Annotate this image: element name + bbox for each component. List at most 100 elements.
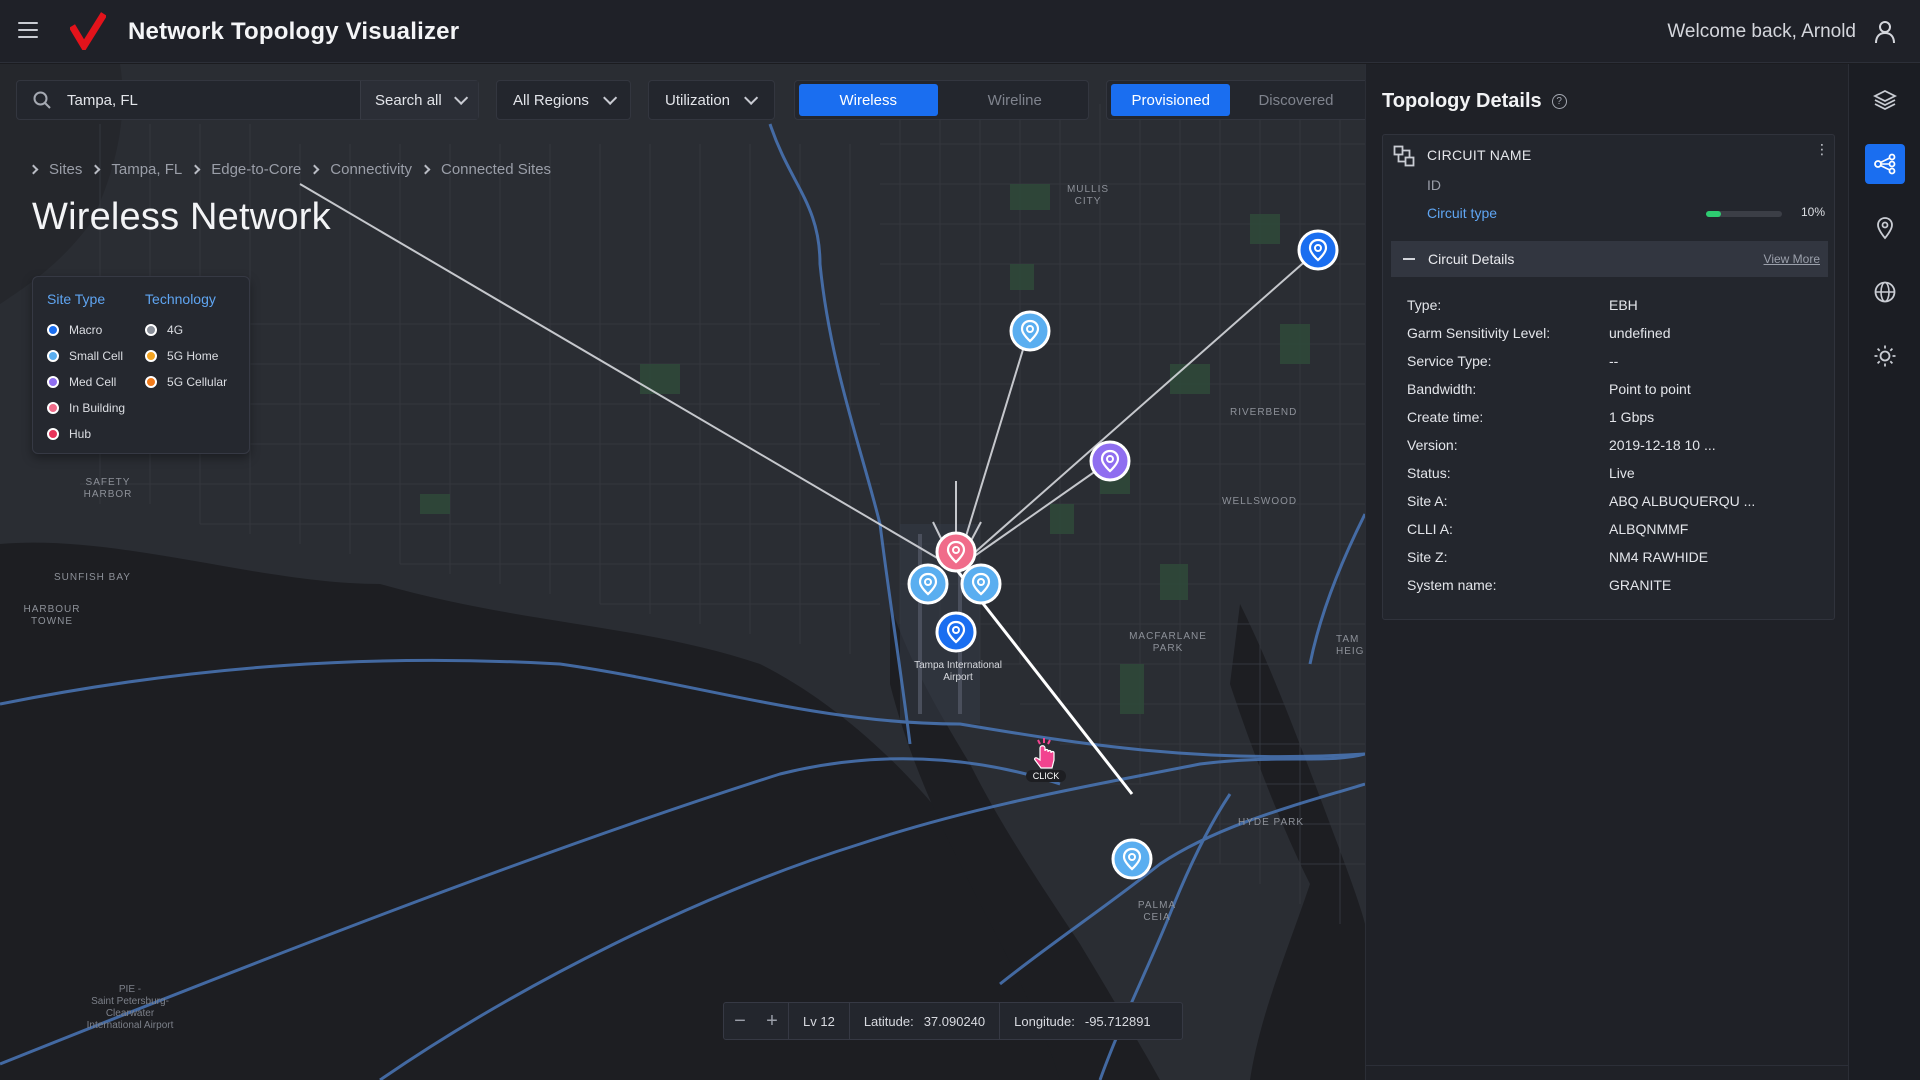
collapse-icon[interactable] <box>1403 258 1415 260</box>
detail-value: Live <box>1609 465 1635 481</box>
zoom-out-button[interactable]: − <box>724 1010 756 1033</box>
detail-value: 1 Gbps <box>1609 409 1655 425</box>
pin-small-cell-center[interactable] <box>959 562 1003 606</box>
legend-dot <box>145 350 158 362</box>
detail-key: Status: <box>1407 465 1451 481</box>
legend-item-label: 5G Home <box>167 349 219 363</box>
detail-row: Garm Sensitivity Level: undefined <box>1407 325 1827 353</box>
globe-icon[interactable] <box>1865 272 1905 312</box>
metric-dropdown[interactable]: Utilization <box>648 80 775 120</box>
brightness-icon[interactable] <box>1865 336 1905 376</box>
circuit-icon <box>1393 145 1415 167</box>
detail-row: Bandwidth: Point to point <box>1407 381 1827 409</box>
search-scope-dropdown[interactable]: Search all <box>360 81 478 119</box>
longitude-value: -95.712891 <box>1084 1013 1151 1029</box>
pin-macro-airport-hub[interactable] <box>934 610 978 654</box>
detail-key: Bandwidth: <box>1407 381 1477 397</box>
tab-wireless[interactable]: Wireless <box>799 84 938 116</box>
view-more-link[interactable]: View More <box>1764 252 1820 266</box>
detail-value: EBH <box>1609 297 1638 313</box>
legend-technology: Technology 4G 5G Home 5G Cellular <box>145 291 227 447</box>
breadcrumb-item-connected-sites: Connected Sites <box>440 161 552 178</box>
regions-dropdown[interactable]: All Regions <box>496 80 631 120</box>
chevron-down-icon <box>453 90 468 105</box>
place-label-mullis-city: MULLIS CITY <box>1066 184 1110 207</box>
user-icon[interactable] <box>1874 20 1896 44</box>
detail-row: Status: Live <box>1407 465 1827 493</box>
page-title: Wireless Network <box>32 196 331 238</box>
topology-details-panel: Topology Details ? CIRCUIT NAME ⋮ ID Cir… <box>1365 64 1849 1080</box>
detail-value: undefined <box>1609 325 1671 341</box>
topology-icon[interactable] <box>1865 144 1905 184</box>
detail-key: Version: <box>1407 437 1458 453</box>
place-label-macfarlane-park: MACFARLANE PARK <box>1129 631 1207 654</box>
legend-item-label: Small Cell <box>69 349 124 363</box>
legend-item: 5G Cellular <box>145 369 227 395</box>
longitude-label: Longitude: <box>1014 1013 1075 1029</box>
detail-value: ALBQNMMF <box>1609 521 1689 537</box>
app-title: Network Topology Visualizer <box>128 18 460 45</box>
legend-item-label: 4G <box>167 323 184 337</box>
menu-icon[interactable] <box>18 22 38 38</box>
progress-fill <box>1706 211 1722 217</box>
legend-item: Macro <box>47 317 125 343</box>
place-label-palma-ceia: PALMA CEIA <box>1137 900 1177 923</box>
place-label-safety-harbor: SAFETY HARBOR <box>83 477 133 500</box>
airport-pie-label: PIE - Saint Petersburg- Clearwater Internat… <box>86 984 174 1031</box>
latitude-value: 37.090240 <box>923 1013 986 1029</box>
legend-item: 4G <box>145 317 227 343</box>
circuit-type-link[interactable]: Circuit type <box>1427 205 1497 221</box>
legend-item-label: Hub <box>69 427 92 441</box>
progress-percent: 10% <box>1801 205 1826 219</box>
breadcrumb-item-connectivity[interactable]: Connectivity <box>330 161 412 178</box>
network-type-toggle: Wireless Wireline <box>794 80 1089 120</box>
detail-value: GRANITE <box>1609 577 1672 593</box>
circuit-progress-bar <box>1706 211 1782 217</box>
location-pin-icon[interactable] <box>1865 208 1905 248</box>
tab-wireline[interactable]: Wireline <box>946 84 1085 116</box>
pin-macro-northeast[interactable] <box>1296 228 1340 272</box>
detail-row: Type: EBH <box>1407 297 1827 325</box>
map-status-bar: − + Lv 12 Latitude: 37.090240 Longitude: -… <box>723 1002 1183 1040</box>
zoom-level: Lv 12 <box>789 1014 849 1029</box>
chevron-right-icon <box>420 164 431 175</box>
zoom-in-button[interactable]: + <box>756 1010 788 1033</box>
detail-key: Garm Sensitivity Level: <box>1407 325 1551 341</box>
detail-value: Point to point <box>1609 381 1691 397</box>
map-legend: Site Type Macro Small Cell Med Cell In B… <box>32 276 250 454</box>
tab-provisioned[interactable]: Provisioned <box>1111 84 1231 116</box>
legend-item: Small Cell <box>47 343 125 369</box>
more-options-icon[interactable]: ⋮ <box>1815 142 1829 156</box>
detail-row: Service Type: -- <box>1407 353 1827 381</box>
legend-dot <box>47 350 59 362</box>
breadcrumb-item-edge-to-core[interactable]: Edge-to-Core <box>211 161 301 178</box>
chevron-right-icon <box>28 164 39 175</box>
breadcrumb-item-sites[interactable]: Sites <box>49 161 82 178</box>
legend-dot <box>47 402 59 414</box>
legend-item-label: Med Cell <box>69 375 117 389</box>
legend-item: Med Cell <box>47 369 125 395</box>
circuit-details-header[interactable]: Circuit Details View More <box>1391 241 1828 277</box>
breadcrumb-item-city[interactable]: Tampa, FL <box>111 161 182 178</box>
pin-small-cell-west[interactable] <box>906 562 950 606</box>
status-toggle: Provisioned Discovered <box>1106 80 1365 120</box>
pin-med-cell-east[interactable] <box>1088 439 1132 483</box>
place-label-sunfish-bay: SUNFISH BAY <box>54 572 131 583</box>
tab-discovered[interactable]: Discovered <box>1238 84 1361 116</box>
search-input[interactable] <box>67 82 347 118</box>
search-scope-label: Search all <box>375 91 442 109</box>
click-label: CLICK <box>1026 770 1066 782</box>
pin-small-cell-south[interactable] <box>1110 837 1154 881</box>
help-icon[interactable]: ? <box>1551 94 1567 109</box>
chevron-right-icon <box>190 164 201 175</box>
layers-icon[interactable] <box>1865 80 1905 120</box>
longitude-readout: Longitude: -95.712891 <box>1000 1014 1165 1029</box>
legend-technology-title: Technology <box>145 291 216 307</box>
circuit-card: CIRCUIT NAME ⋮ ID Circuit type 10% Circu… <box>1382 134 1835 620</box>
chevron-down-icon <box>602 90 618 105</box>
search-bar: Search all <box>16 80 479 120</box>
detail-row: Create time: 1 Gbps <box>1407 409 1827 437</box>
pin-small-cell-north[interactable] <box>1008 309 1052 353</box>
place-label-tampa-heights: TAM HEIG <box>1336 634 1365 657</box>
circuit-details-title: Circuit Details <box>1428 251 1515 267</box>
